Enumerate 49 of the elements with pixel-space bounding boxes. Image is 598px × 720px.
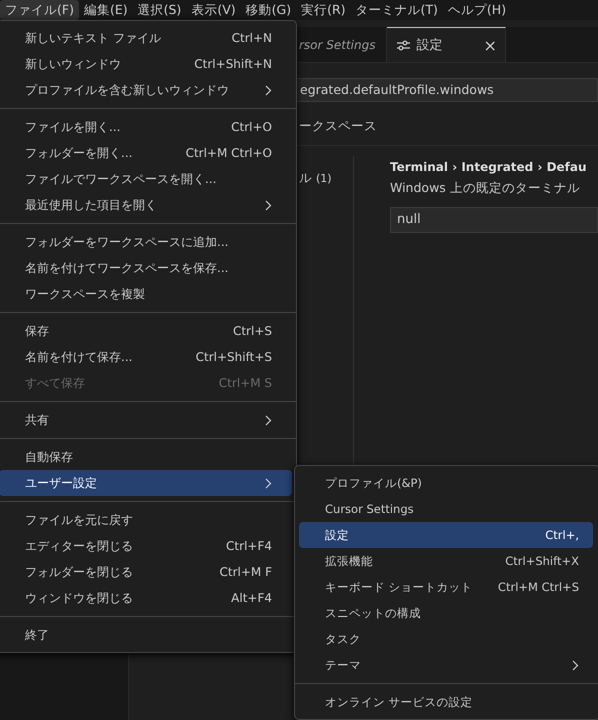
menu-item[interactable]: ファイルを元に戻す (0, 507, 292, 533)
menu-item[interactable]: フォルダーを閉じる Ctrl+M F (0, 559, 292, 585)
close-button[interactable]: × (484, 36, 497, 54)
menubar-item[interactable]: ターミナル(T) (350, 0, 443, 20)
menu-item[interactable]: 名前を付けて保存... Ctrl+Shift+S (0, 344, 292, 370)
menu-item[interactable]: プロファイル(&P) (299, 470, 593, 496)
menubar-item[interactable]: 選択(S) (132, 0, 186, 20)
menu-item[interactable]: 保存 Ctrl+S (0, 318, 292, 344)
chevron-icon (265, 414, 272, 426)
menu-item[interactable]: テーマ (299, 652, 593, 678)
chevron-icon (265, 478, 272, 488)
menubar-item[interactable]: 編集(E) (78, 0, 133, 20)
menu-item[interactable]: Cursor Settings (299, 496, 593, 522)
menu-item[interactable]: タスク (299, 626, 593, 652)
chevron-icon (265, 200, 272, 210)
menu-item[interactable]: キーボード ショートカット Ctrl+M Ctrl+S (299, 574, 593, 600)
menu-item[interactable]: 終了 (0, 622, 292, 648)
menu-item[interactable]: ユーザー設定 (0, 470, 292, 496)
setting-title: Terminal › Integrated › Defau (390, 160, 588, 174)
menu-item[interactable]: 設定 Ctrl+, (299, 522, 593, 548)
menu-item[interactable]: 新しいウィンドウ Ctrl+Shift+N (0, 51, 292, 77)
menu-item[interactable]: 共有 (0, 407, 292, 433)
scope-tab[interactable]: ークスペース (299, 118, 377, 133)
setting-description: Windows 上の既定のターミナル (390, 180, 581, 197)
menu-item[interactable]: ウィンドウを閉じる Alt+F4 (0, 585, 292, 611)
menubar-item[interactable]: ヘルプ(H) (442, 0, 512, 20)
tree-item[interactable]: ル (1) (299, 170, 332, 185)
settings-icon (396, 40, 410, 50)
menu-item[interactable]: ワークスペースを複製 (0, 281, 292, 307)
menu-item[interactable]: 自動保存 (0, 444, 292, 470)
menu-item[interactable]: スニペットの構成 (299, 600, 593, 626)
menu-item[interactable]: フォルダーをワークスペースに追加... (0, 229, 292, 255)
setting-input[interactable]: null (390, 207, 598, 233)
menu-item[interactable]: オンライン サービスの設定 (299, 689, 593, 715)
menubar-item[interactable]: 移動(G) (240, 0, 296, 20)
menu-item[interactable]: 名前を付けてワークスペースを保存... (0, 255, 292, 281)
chevron-icon (572, 660, 579, 670)
menubar-item[interactable]: ファイル(F) (0, 0, 79, 20)
menubar-item[interactable]: 実行(R) (296, 0, 351, 20)
menu-item[interactable]: ファイルでワークスペースを開く... (0, 166, 292, 192)
menu-item[interactable]: 新しいテキスト ファイル Ctrl+N (0, 25, 292, 51)
menu-item[interactable]: 最近使用した項目を開く (0, 192, 292, 218)
menu-item[interactable]: フォルダーを開く... Ctrl+M Ctrl+O (0, 140, 292, 166)
editor-tab[interactable]: 設定 × (386, 27, 506, 62)
menu-item[interactable]: エディターを閉じる Ctrl+F4 (0, 533, 292, 559)
menu-item[interactable]: ファイルを開く... Ctrl+O (0, 114, 292, 140)
menubar-item[interactable]: 表示(V) (186, 0, 241, 20)
chevron-icon (265, 84, 272, 96)
menu-item[interactable]: 拡張機能 Ctrl+Shift+X (299, 548, 593, 574)
